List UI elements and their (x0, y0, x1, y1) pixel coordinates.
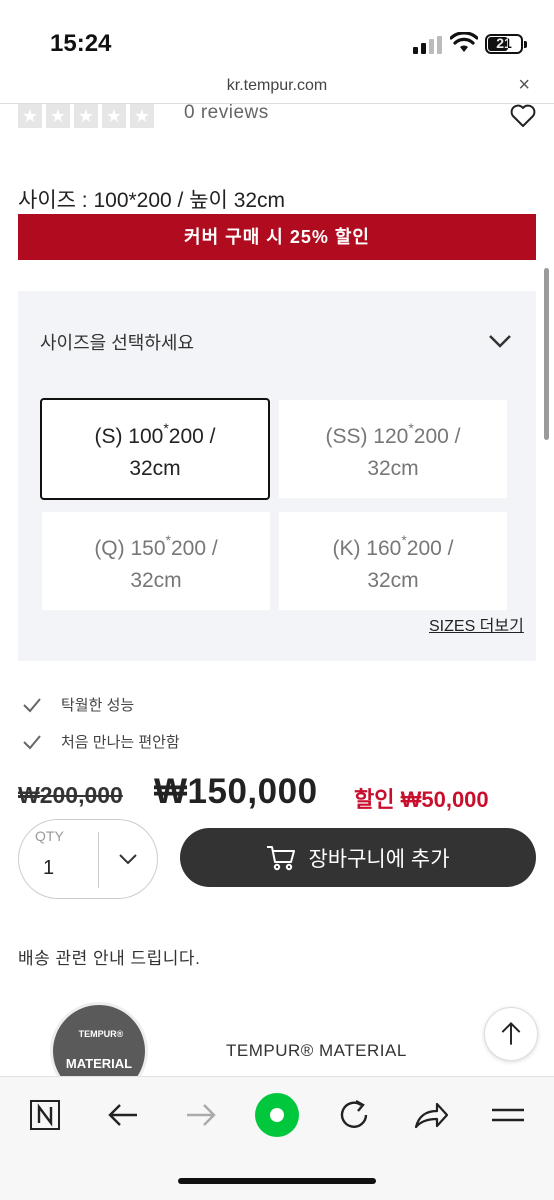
asterisk: * (401, 531, 407, 548)
star-icon: ★ (18, 104, 42, 128)
battery-level: 21 (496, 35, 512, 51)
scroll-to-top-button[interactable] (484, 1007, 538, 1061)
size-option-height: 32cm (130, 568, 182, 592)
feature-item: 처음 만나는 편안함 (22, 731, 180, 752)
signal-icon (413, 36, 443, 54)
size-option-q[interactable]: (Q) 150*200 / 32cm (42, 512, 270, 610)
review-count[interactable]: 0 reviews (184, 102, 269, 124)
size-option-text: 200 / (170, 536, 218, 560)
size-summary: 사이즈 : 100*200 / 높이 32cm (18, 189, 286, 212)
home-dot-icon[interactable] (254, 1092, 300, 1138)
material-title: TEMPUR® MATERIAL (226, 1041, 407, 1060)
asterisk: * (163, 419, 169, 436)
share-icon[interactable] (411, 1095, 451, 1135)
home-indicator (178, 1178, 376, 1184)
quantity-stepper[interactable]: QTY 1 (18, 819, 158, 899)
asterisk: * (408, 419, 414, 436)
cart-icon (267, 845, 296, 870)
size-option-text: (S) 100 (94, 424, 164, 448)
rating-stars: ★ ★ ★ ★ ★ (18, 104, 154, 128)
qty-divider (98, 832, 99, 888)
naver-n-icon[interactable] (26, 1095, 66, 1135)
back-arrow-icon[interactable] (103, 1095, 143, 1135)
battery-icon: 21 (485, 34, 527, 54)
size-option-text: 200 / (413, 424, 461, 448)
wifi-icon (450, 32, 478, 52)
badge-brand: TEMPUR® (78, 1029, 124, 1039)
size-option-text: (Q) 150 (94, 536, 166, 560)
star-icon: ★ (102, 104, 126, 128)
size-option-text: 200 / (168, 424, 216, 448)
size-option-s[interactable]: (S) 100*200 / 32cm (40, 398, 270, 500)
status-bar: 15:24 21 (0, 0, 554, 70)
check-icon (23, 734, 41, 749)
heart-icon[interactable] (510, 104, 536, 128)
sale-price: ₩150,000 (154, 772, 318, 811)
star-icon: ★ (130, 104, 154, 128)
original-price: ₩200,000 (18, 782, 123, 808)
url-text[interactable]: kr.tempur.com (0, 77, 554, 95)
star-icon: ★ (74, 104, 98, 128)
promo-banner: 커버 구매 시 25% 할인 (18, 214, 536, 260)
discount-amount: 할인 ₩50,000 (354, 787, 489, 812)
clock: 15:24 (50, 30, 112, 57)
close-icon[interactable]: × (518, 74, 530, 97)
chevron-down-icon[interactable] (488, 333, 512, 349)
badge-material: MATERIAL (65, 1056, 133, 1071)
size-option-k[interactable]: (K) 160*200 / 32cm (279, 512, 507, 610)
feature-text: 탁월한 성능 (61, 697, 135, 714)
size-option-height: 32cm (367, 568, 419, 592)
sizes-more-link[interactable]: SIZES 더보기 (429, 612, 524, 636)
size-selector: 사이즈을 선택하세요 (S) 100*200 / 32cm (SS) 120*2… (18, 291, 536, 661)
add-to-cart-label: 장바구니에 추가 (308, 847, 450, 871)
forward-arrow-icon[interactable] (181, 1095, 221, 1135)
delivery-info[interactable]: 배송 관련 안내 드립니다. (18, 944, 200, 969)
size-option-ss[interactable]: (SS) 120*200 / 32cm (279, 400, 507, 498)
add-to-cart-button[interactable]: 장바구니에 추가 (180, 828, 536, 887)
size-select-label[interactable]: 사이즈을 선택하세요 (40, 329, 194, 355)
size-option-height: 32cm (367, 456, 419, 480)
size-option-text: (SS) 120 (325, 424, 409, 448)
star-icon: ★ (46, 104, 70, 128)
size-option-height: 32cm (129, 456, 181, 480)
qty-label: QTY (35, 828, 64, 844)
chevron-down-icon[interactable] (118, 852, 138, 866)
size-option-text: (K) 160 (332, 536, 402, 560)
menu-icon[interactable] (488, 1095, 528, 1135)
feature-item: 탁월한 성능 (22, 694, 134, 715)
scrollbar[interactable] (544, 268, 549, 440)
size-option-text: 200 / (406, 536, 454, 560)
browser-url-bar[interactable]: kr.tempur.com × (0, 70, 554, 104)
qty-value[interactable]: 1 (43, 857, 54, 880)
check-icon (23, 697, 41, 712)
reload-icon[interactable] (334, 1095, 374, 1135)
feature-text: 처음 만나는 편안함 (61, 734, 180, 751)
asterisk: * (165, 531, 171, 548)
